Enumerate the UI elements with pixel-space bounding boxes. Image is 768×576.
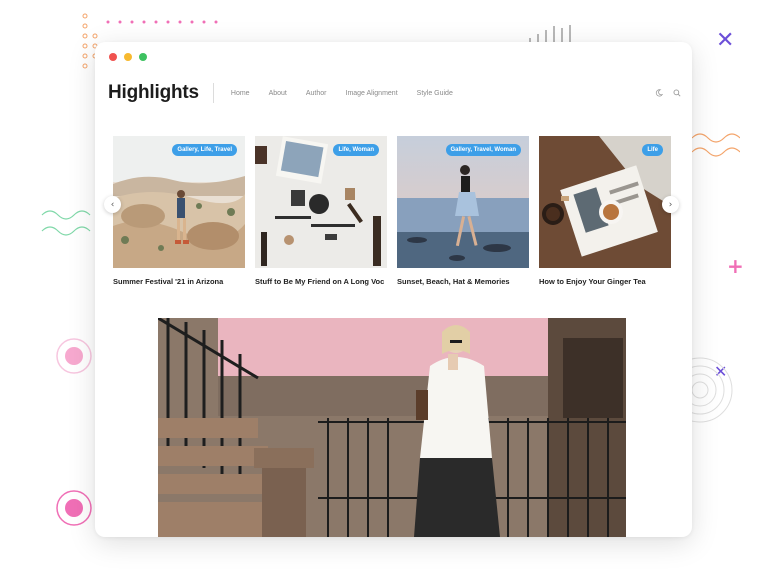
search-icon[interactable] — [673, 89, 681, 97]
category-tag[interactable]: Life, Woman — [333, 144, 379, 156]
window-controls — [109, 53, 147, 61]
nav-image-alignment[interactable]: Image Alignment — [346, 90, 398, 97]
nav-author[interactable]: Author — [306, 90, 327, 97]
pink-ring-decoration-2 — [56, 490, 92, 526]
main-nav: Home About Author Image Alignment Style … — [231, 90, 472, 97]
post-card[interactable]: Life How to Enjoy Your Ginger Tea — [539, 136, 671, 287]
category-tag[interactable]: Life — [642, 144, 663, 156]
cross-decoration: ✕ — [716, 28, 735, 53]
minimize-window-button[interactable] — [124, 53, 132, 61]
nav-style-guide[interactable]: Style Guide — [417, 90, 453, 97]
pink-ring-decoration — [56, 338, 92, 374]
post-title[interactable]: How to Enjoy Your Ginger Tea — [539, 277, 671, 287]
post-title[interactable]: Summer Festival '21 in Arizona — [113, 277, 245, 287]
featured-image[interactable] — [158, 318, 626, 537]
close-window-button[interactable] — [109, 53, 117, 61]
post-title[interactable]: Sunset, Beach, Hat & Memories — [397, 277, 529, 287]
stage: ✕ + ✕ Highlights Home About Author Image… — [0, 0, 768, 576]
site-logo[interactable]: Highlights — [108, 82, 199, 104]
nav-home[interactable]: Home — [231, 90, 250, 97]
wave-decoration — [691, 133, 740, 157]
post-title[interactable]: Stuff to Be My Friend on A Long Voc — [255, 277, 387, 287]
category-tag[interactable]: Gallery, Life, Travel — [172, 144, 237, 156]
wave-decoration-left — [41, 210, 91, 236]
post-thumbnail-desert[interactable]: Gallery, Life, Travel — [113, 136, 245, 268]
post-carousel: Gallery, Life, Travel Summer Festival '2… — [113, 136, 673, 306]
category-tag[interactable]: Gallery, Travel, Woman — [445, 144, 521, 156]
moon-icon[interactable] — [655, 89, 663, 97]
post-thumbnail-beach[interactable]: Gallery, Travel, Woman — [397, 136, 529, 268]
header-divider — [212, 83, 214, 103]
browser-window: Highlights Home About Author Image Align… — [95, 42, 692, 537]
plus-decoration: + — [727, 254, 744, 278]
nav-about[interactable]: About — [269, 90, 287, 97]
carousel-next-button[interactable]: › — [662, 196, 679, 213]
post-thumbnail-flatlay[interactable]: Life, Woman — [255, 136, 387, 268]
site-header: Highlights Home About Author Image Align… — [108, 78, 683, 108]
maximize-window-button[interactable] — [139, 53, 147, 61]
post-thumbnail-tea[interactable]: Life — [539, 136, 671, 268]
header-icons — [655, 89, 681, 97]
post-card[interactable]: Life, Woman Stuff to Be My Friend on A L… — [255, 136, 387, 287]
carousel-prev-button[interactable]: ‹ — [104, 196, 121, 213]
post-card[interactable]: Gallery, Travel, Woman Sunset, Beach, Ha… — [397, 136, 529, 287]
post-card[interactable]: Gallery, Life, Travel Summer Festival '2… — [113, 136, 245, 287]
